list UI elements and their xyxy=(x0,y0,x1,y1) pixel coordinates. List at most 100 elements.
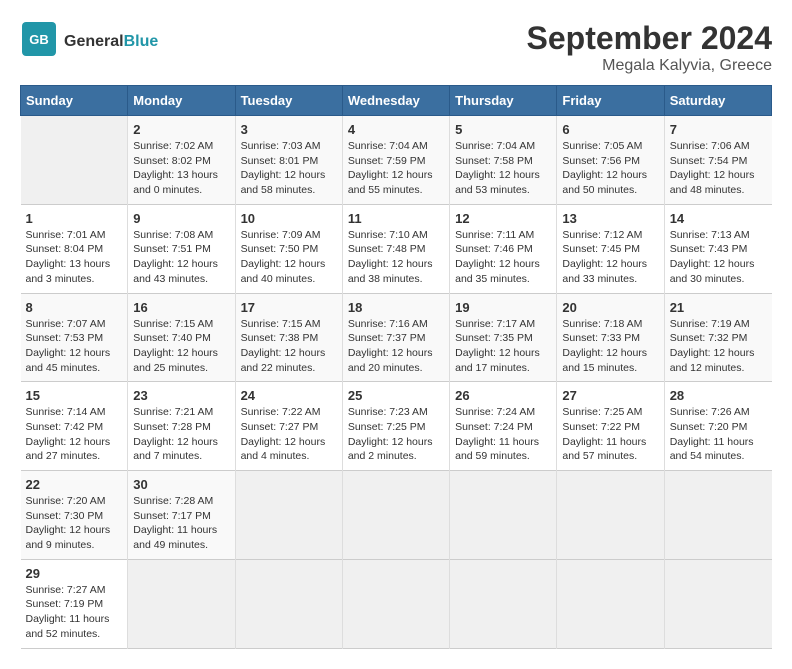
empty-cell xyxy=(128,559,235,648)
day-info: Sunrise: 7:21 AMSunset: 7:28 PMDaylight:… xyxy=(133,405,229,464)
day-cell-3: 3 Sunrise: 7:03 AMSunset: 8:01 PMDaylight… xyxy=(235,116,342,205)
day-info: Sunrise: 7:07 AMSunset: 7:53 PMDaylight:… xyxy=(26,317,123,376)
empty-cell xyxy=(664,471,771,560)
logo-icon: GB xyxy=(20,20,58,58)
day-number: 11 xyxy=(348,211,444,226)
day-number: 25 xyxy=(348,388,444,403)
calendar-row-4: 22 Sunrise: 7:20 AMSunset: 7:30 PMDayligh… xyxy=(21,471,772,560)
day-info: Sunrise: 7:05 AMSunset: 7:56 PMDaylight:… xyxy=(562,139,658,198)
day-number: 6 xyxy=(562,122,658,137)
empty-cell xyxy=(557,471,664,560)
day-cell-10: 10 Sunrise: 7:09 AMSunset: 7:50 PMDayligh… xyxy=(235,204,342,293)
day-info: Sunrise: 7:03 AMSunset: 8:01 PMDaylight:… xyxy=(241,139,337,198)
header-cell-friday: Friday xyxy=(557,86,664,116)
logo-general: General xyxy=(64,33,124,50)
header-cell-thursday: Thursday xyxy=(450,86,557,116)
day-cell-20: 20 Sunrise: 7:18 AMSunset: 7:33 PMDayligh… xyxy=(557,293,664,382)
day-cell-12: 12Sunrise: 7:11 AMSunset: 7:46 PMDayligh… xyxy=(450,204,557,293)
day-number: 21 xyxy=(670,300,767,315)
day-number: 22 xyxy=(26,477,123,492)
calendar-row-5: 29 Sunrise: 7:27 AMSunset: 7:19 PMDayligh… xyxy=(21,559,772,648)
empty-cell xyxy=(557,559,664,648)
day-number: 14 xyxy=(670,211,767,226)
day-number: 10 xyxy=(241,211,337,226)
header-cell-wednesday: Wednesday xyxy=(342,86,449,116)
month-title: September 2024 xyxy=(527,20,772,57)
calendar-table: SundayMondayTuesdayWednesdayThursdayFrid… xyxy=(20,85,772,649)
day-cell-4: 4Sunrise: 7:04 AMSunset: 7:59 PMDaylight… xyxy=(342,116,449,205)
title-block: September 2024 Megala Kalyvia, Greece xyxy=(527,20,772,75)
day-info: Sunrise: 7:02 AMSunset: 8:02 PMDaylight:… xyxy=(133,139,229,198)
day-info: Sunrise: 7:18 AMSunset: 7:33 PMDaylight:… xyxy=(562,317,658,376)
day-cell-23: 23 Sunrise: 7:21 AMSunset: 7:28 PMDayligh… xyxy=(128,382,235,471)
day-info: Sunrise: 7:10 AMSunset: 7:48 PMDaylight:… xyxy=(348,228,444,287)
day-info: Sunrise: 7:28 AMSunset: 7:17 PMDaylight:… xyxy=(133,494,229,553)
day-number: 8 xyxy=(26,300,123,315)
calendar-row-2: 8 Sunrise: 7:07 AMSunset: 7:53 PMDaylight… xyxy=(21,293,772,382)
day-cell-9: 9Sunrise: 7:08 AMSunset: 7:51 PMDaylight… xyxy=(128,204,235,293)
day-cell-29: 29 Sunrise: 7:27 AMSunset: 7:19 PMDayligh… xyxy=(21,559,128,648)
day-number: 2 xyxy=(133,122,229,137)
day-info: Sunrise: 7:16 AMSunset: 7:37 PMDaylight:… xyxy=(348,317,444,376)
calendar-body: 2 Sunrise: 7:02 AMSunset: 8:02 PMDaylight… xyxy=(21,116,772,649)
day-cell-8: 8 Sunrise: 7:07 AMSunset: 7:53 PMDaylight… xyxy=(21,293,128,382)
day-number: 3 xyxy=(241,122,337,137)
day-number: 24 xyxy=(241,388,337,403)
day-info: Sunrise: 7:06 AMSunset: 7:54 PMDaylight:… xyxy=(670,139,767,198)
calendar-row-3: 15 Sunrise: 7:14 AMSunset: 7:42 PMDayligh… xyxy=(21,382,772,471)
day-cell-25: 25 Sunrise: 7:23 AMSunset: 7:25 PMDayligh… xyxy=(342,382,449,471)
day-number: 4 xyxy=(348,122,444,137)
calendar-row-1: 1Sunrise: 7:01 AMSunset: 8:04 PMDaylight… xyxy=(21,204,772,293)
location-title: Megala Kalyvia, Greece xyxy=(527,57,772,75)
calendar-header: SundayMondayTuesdayWednesdayThursdayFrid… xyxy=(21,86,772,116)
day-cell-22: 22 Sunrise: 7:20 AMSunset: 7:30 PMDayligh… xyxy=(21,471,128,560)
day-number: 5 xyxy=(455,122,551,137)
day-info: Sunrise: 7:15 AMSunset: 7:38 PMDaylight:… xyxy=(241,317,337,376)
empty-cell xyxy=(235,471,342,560)
empty-cell xyxy=(664,559,771,648)
empty-cell xyxy=(450,471,557,560)
day-cell-6: 6 Sunrise: 7:05 AMSunset: 7:56 PMDaylight… xyxy=(557,116,664,205)
day-cell-1: 1Sunrise: 7:01 AMSunset: 8:04 PMDaylight… xyxy=(21,204,128,293)
day-info: Sunrise: 7:17 AMSunset: 7:35 PMDaylight:… xyxy=(455,317,551,376)
day-number: 28 xyxy=(670,388,767,403)
empty-cell xyxy=(21,116,128,205)
day-cell-11: 11 Sunrise: 7:10 AMSunset: 7:48 PMDayligh… xyxy=(342,204,449,293)
day-info: Sunrise: 7:11 AMSunset: 7:46 PMDaylight:… xyxy=(455,228,551,287)
day-number: 13 xyxy=(562,211,658,226)
calendar-row-0: 2 Sunrise: 7:02 AMSunset: 8:02 PMDaylight… xyxy=(21,116,772,205)
header-cell-sunday: Sunday xyxy=(21,86,128,116)
day-info: Sunrise: 7:23 AMSunset: 7:25 PMDaylight:… xyxy=(348,405,444,464)
day-cell-27: 27Sunrise: 7:25 AMSunset: 7:22 PMDayligh… xyxy=(557,382,664,471)
empty-cell xyxy=(342,471,449,560)
header-cell-saturday: Saturday xyxy=(664,86,771,116)
day-cell-2: 2 Sunrise: 7:02 AMSunset: 8:02 PMDaylight… xyxy=(128,116,235,205)
day-info: Sunrise: 7:14 AMSunset: 7:42 PMDaylight:… xyxy=(26,405,123,464)
day-cell-15: 15 Sunrise: 7:14 AMSunset: 7:42 PMDayligh… xyxy=(21,382,128,471)
day-cell-30: 30Sunrise: 7:28 AMSunset: 7:17 PMDayligh… xyxy=(128,471,235,560)
day-cell-16: 16Sunrise: 7:15 AMSunset: 7:40 PMDayligh… xyxy=(128,293,235,382)
day-info: Sunrise: 7:20 AMSunset: 7:30 PMDaylight:… xyxy=(26,494,123,553)
day-info: Sunrise: 7:24 AMSunset: 7:24 PMDaylight:… xyxy=(455,405,551,464)
day-number: 23 xyxy=(133,388,229,403)
header-cell-tuesday: Tuesday xyxy=(235,86,342,116)
day-cell-5: 5 Sunrise: 7:04 AMSunset: 7:58 PMDaylight… xyxy=(450,116,557,205)
day-number: 7 xyxy=(670,122,767,137)
day-number: 15 xyxy=(26,388,123,403)
day-info: Sunrise: 7:27 AMSunset: 7:19 PMDaylight:… xyxy=(26,583,123,642)
day-cell-21: 21Sunrise: 7:19 AMSunset: 7:32 PMDayligh… xyxy=(664,293,771,382)
empty-cell xyxy=(235,559,342,648)
day-info: Sunrise: 7:04 AMSunset: 7:58 PMDaylight:… xyxy=(455,139,551,198)
day-number: 29 xyxy=(26,566,123,581)
day-number: 19 xyxy=(455,300,551,315)
day-info: Sunrise: 7:09 AMSunset: 7:50 PMDaylight:… xyxy=(241,228,337,287)
day-number: 20 xyxy=(562,300,658,315)
empty-cell xyxy=(450,559,557,648)
day-cell-24: 24Sunrise: 7:22 AMSunset: 7:27 PMDayligh… xyxy=(235,382,342,471)
header-cell-monday: Monday xyxy=(128,86,235,116)
day-info: Sunrise: 7:12 AMSunset: 7:45 PMDaylight:… xyxy=(562,228,658,287)
logo: GB GeneralBlue xyxy=(20,20,158,63)
day-cell-7: 7 Sunrise: 7:06 AMSunset: 7:54 PMDaylight… xyxy=(664,116,771,205)
day-info: Sunrise: 7:26 AMSunset: 7:20 PMDaylight:… xyxy=(670,405,767,464)
day-number: 16 xyxy=(133,300,229,315)
